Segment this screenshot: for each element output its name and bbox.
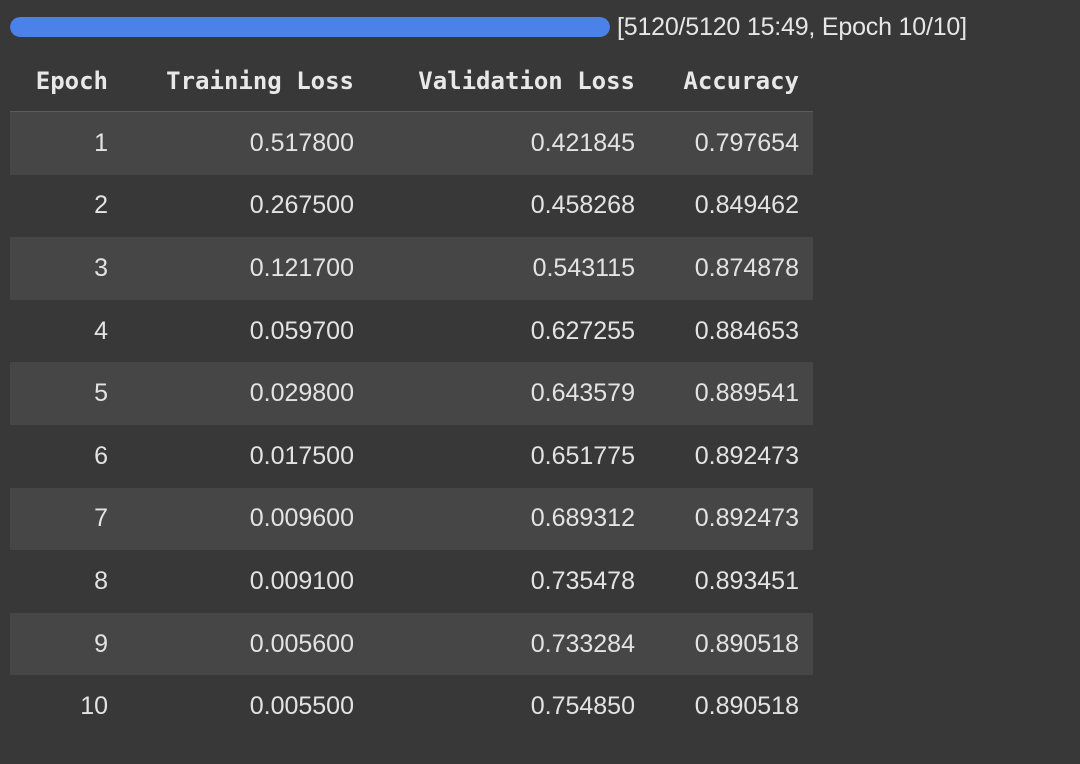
progress-bar [10, 17, 610, 37]
table-row: 10 0.005500 0.754850 0.890518 [10, 675, 813, 738]
training-loss-cell: 0.267500 [122, 174, 368, 238]
epoch-cell: 1 [10, 111, 122, 175]
training-loss-cell: 0.009100 [122, 550, 368, 613]
accuracy-cell: 0.892473 [649, 424, 813, 488]
accuracy-cell: 0.797654 [649, 111, 813, 175]
column-header-validation-loss: Validation Loss [368, 50, 649, 112]
training-loss-cell: 0.005600 [122, 612, 368, 676]
validation-loss-cell: 0.735478 [368, 550, 649, 613]
validation-loss-cell: 0.421845 [368, 111, 649, 175]
table-row: 6 0.017500 0.651775 0.892473 [10, 424, 813, 488]
table-row: 7 0.009600 0.689312 0.892473 [10, 487, 813, 551]
accuracy-cell: 0.892473 [649, 487, 813, 551]
table-row: 2 0.267500 0.458268 0.849462 [10, 174, 813, 238]
training-loss-cell: 0.121700 [122, 237, 368, 300]
validation-loss-cell: 0.643579 [368, 362, 649, 425]
validation-loss-cell: 0.733284 [368, 612, 649, 676]
training-loss-cell: 0.009600 [122, 487, 368, 551]
training-loss-cell: 0.017500 [122, 424, 368, 488]
validation-loss-cell: 0.754850 [368, 675, 649, 738]
validation-loss-cell: 0.543115 [368, 237, 649, 300]
epoch-cell: 2 [10, 174, 122, 238]
epoch-cell: 9 [10, 612, 122, 676]
epoch-cell: 7 [10, 487, 122, 551]
training-loss-cell: 0.005500 [122, 675, 368, 738]
training-loss-cell: 0.029800 [122, 362, 368, 425]
epoch-cell: 5 [10, 362, 122, 425]
validation-loss-cell: 0.689312 [368, 487, 649, 551]
accuracy-cell: 0.874878 [649, 237, 813, 300]
validation-loss-cell: 0.458268 [368, 174, 649, 238]
table-row: 5 0.029800 0.643579 0.889541 [10, 362, 813, 425]
column-header-epoch: Epoch [10, 50, 122, 112]
table-body: 1 0.517800 0.421845 0.797654 2 0.267500 0.4582… [10, 111, 813, 738]
table-header-row: Epoch Training Loss Validation Loss Accu… [10, 50, 813, 112]
validation-loss-cell: 0.651775 [368, 424, 649, 488]
accuracy-cell: 0.889541 [649, 362, 813, 425]
training-log-table: Epoch Training Loss Validation Loss Accu… [10, 50, 813, 738]
accuracy-cell: 0.849462 [649, 174, 813, 238]
training-progress: [5120/5120 15:49, Epoch 10/10] [10, 12, 967, 42]
training-loss-cell: 0.059700 [122, 299, 368, 363]
table-row: 9 0.005600 0.733284 0.890518 [10, 612, 813, 676]
validation-loss-cell: 0.627255 [368, 299, 649, 363]
accuracy-cell: 0.884653 [649, 299, 813, 363]
column-header-training-loss: Training Loss [122, 50, 368, 112]
accuracy-cell: 0.890518 [649, 612, 813, 676]
table-row: 1 0.517800 0.421845 0.797654 [10, 111, 813, 175]
table-row: 3 0.121700 0.543115 0.874878 [10, 237, 813, 300]
progress-bar-fill [10, 17, 610, 37]
column-header-accuracy: Accuracy [649, 50, 813, 112]
accuracy-cell: 0.893451 [649, 550, 813, 613]
training-loss-cell: 0.517800 [122, 111, 368, 175]
epoch-cell: 4 [10, 299, 122, 363]
accuracy-cell: 0.890518 [649, 675, 813, 738]
table-row: 4 0.059700 0.627255 0.884653 [10, 299, 813, 363]
epoch-cell: 6 [10, 424, 122, 488]
epoch-cell: 3 [10, 237, 122, 300]
table-row: 8 0.009100 0.735478 0.893451 [10, 550, 813, 613]
progress-status-text: [5120/5120 15:49, Epoch 10/10] [617, 12, 967, 41]
epoch-cell: 10 [10, 675, 122, 738]
epoch-cell: 8 [10, 550, 122, 613]
